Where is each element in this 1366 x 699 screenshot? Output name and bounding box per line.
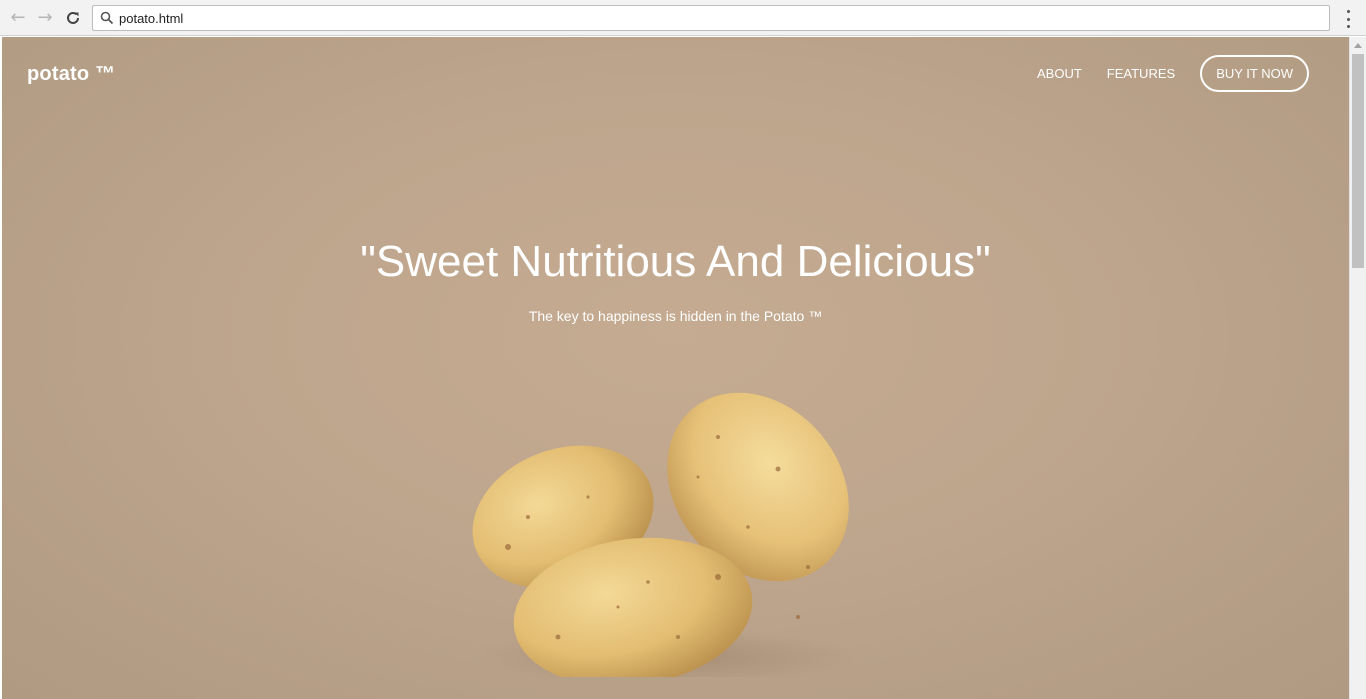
nav-link-about[interactable]: ABOUT — [1037, 66, 1082, 81]
page-scrollbar[interactable] — [1349, 37, 1366, 699]
nav-link-features[interactable]: FEATURES — [1107, 66, 1175, 81]
scroll-thumb[interactable] — [1352, 54, 1364, 268]
hero-subtitle: The key to happiness is hidden in the Po… — [528, 308, 823, 324]
buy-it-now-button[interactable]: BUY IT NOW — [1200, 55, 1309, 92]
scroll-up-arrow-icon[interactable] — [1350, 37, 1366, 53]
potatoes-image — [472, 392, 858, 677]
reload-icon[interactable] — [63, 8, 83, 28]
top-navigation: ABOUT FEATURES BUY IT NOW — [1037, 55, 1309, 92]
brand-logo[interactable]: potato ™ — [27, 63, 115, 86]
forward-arrow-icon[interactable]: → — [35, 8, 55, 28]
page-viewport: potato ™ ABOUT FEATURES BUY IT NOW "Swee… — [2, 37, 1349, 699]
address-input[interactable] — [119, 8, 1319, 28]
browser-toolbar: ← → — [0, 0, 1366, 36]
hero-title: "Sweet Nutritious And Delicious" — [360, 237, 991, 286]
address-bar[interactable] — [92, 5, 1330, 31]
back-arrow-icon[interactable]: ← — [8, 8, 28, 28]
kebab-menu-icon[interactable] — [1341, 10, 1355, 28]
search-icon — [100, 11, 114, 30]
